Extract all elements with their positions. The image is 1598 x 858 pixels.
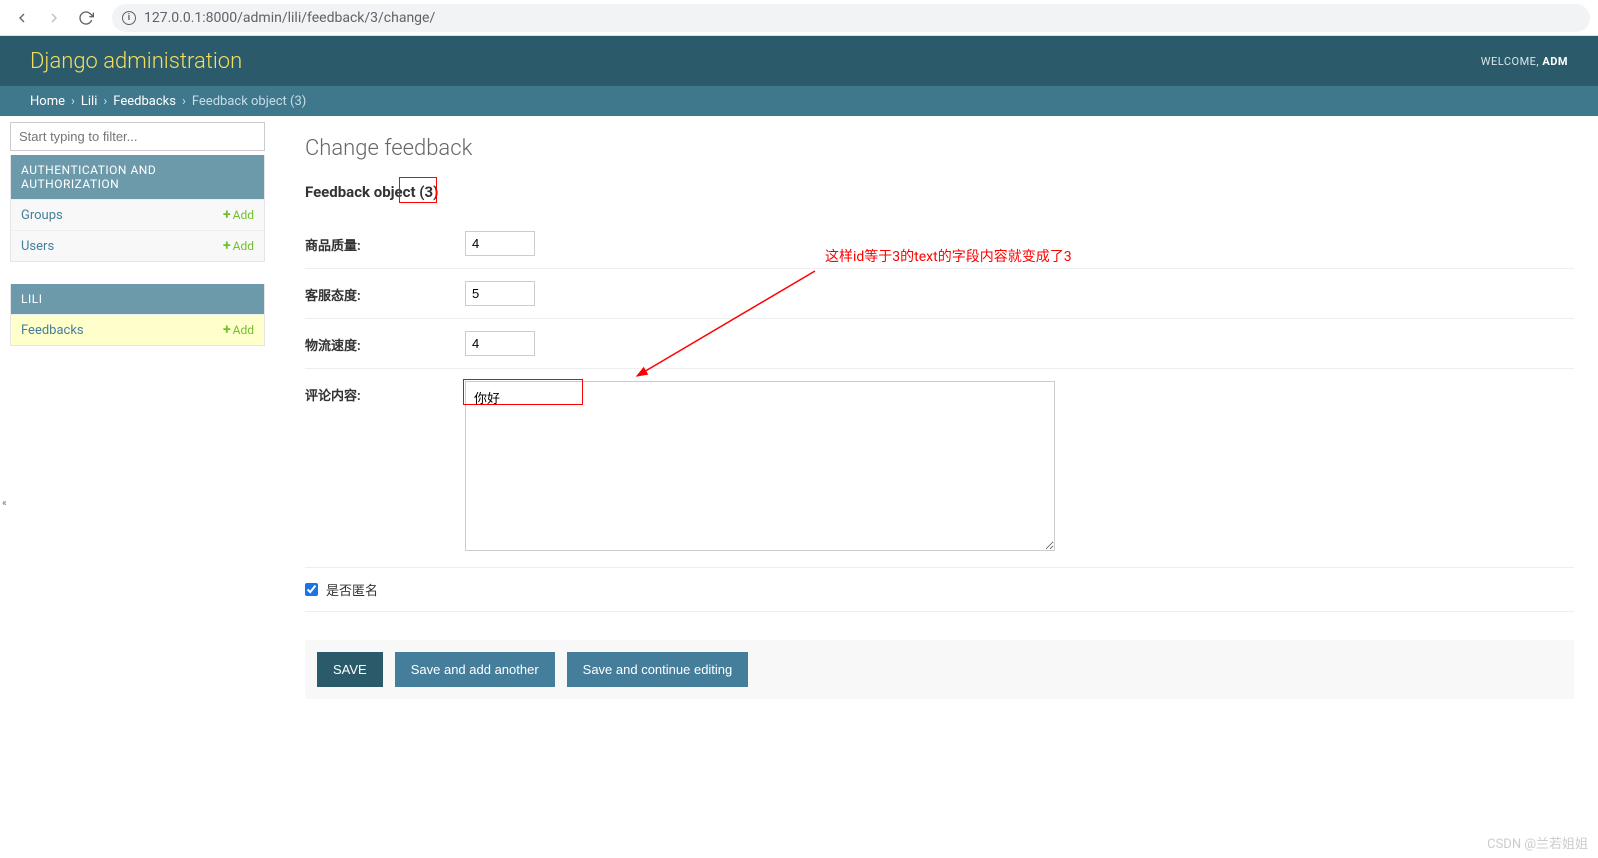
save-add-another-button[interactable]: Save and add another [395, 652, 555, 687]
reload-button[interactable] [78, 10, 94, 26]
url-text: 127.0.0.1:8000/admin/lili/feedback/3/cha… [144, 10, 435, 26]
crumb-sep: › [103, 94, 107, 109]
sidebar-filter-input[interactable] [10, 122, 265, 151]
app-lili: LILI Feedbacks +Add [10, 284, 265, 346]
user-tools: WELCOME, ADM [1481, 55, 1568, 68]
watermark: CSDN @兰若姐姐 [1487, 833, 1588, 852]
crumb-app[interactable]: Lili [81, 94, 98, 109]
field-row-anon: 是否匿名 [305, 568, 1574, 612]
field-row-speed: 物流速度: [305, 319, 1574, 369]
plus-icon: + [223, 238, 231, 254]
field-row-service: 客服态度: [305, 269, 1574, 319]
crumb-sep: › [182, 94, 186, 109]
field-row-text: 评论内容: [305, 369, 1574, 568]
model-link-feedbacks[interactable]: Feedbacks [21, 323, 84, 338]
field-row-quality: 商品质量: [305, 219, 1574, 269]
breadcrumb: Home › Lili › Feedbacks › Feedback objec… [0, 86, 1598, 116]
model-row-feedbacks: Feedbacks +Add [11, 314, 264, 345]
crumb-sep: › [71, 94, 75, 109]
forward-button[interactable] [46, 10, 62, 26]
back-button[interactable] [14, 10, 30, 26]
django-header: Django administration WELCOME, ADM [0, 36, 1598, 86]
save-button[interactable]: SAVE [317, 652, 383, 687]
add-link-groups[interactable]: +Add [223, 207, 254, 223]
crumb-home[interactable]: Home [30, 94, 65, 109]
url-bar[interactable]: i 127.0.0.1:8000/admin/lili/feedback/3/c… [112, 4, 1590, 32]
label-quality: 商品质量: [305, 231, 465, 254]
label-speed: 物流速度: [305, 331, 465, 354]
submit-row: SAVE Save and add another Save and conti… [305, 640, 1574, 699]
plus-icon: + [223, 322, 231, 338]
model-link-users[interactable]: Users [21, 239, 54, 254]
save-continue-button[interactable]: Save and continue editing [567, 652, 749, 687]
add-link-users[interactable]: +Add [223, 238, 254, 254]
model-row-users: Users +Add [11, 230, 264, 261]
brand-title[interactable]: Django administration [30, 49, 242, 74]
input-quality[interactable] [465, 231, 535, 256]
plus-icon: + [223, 207, 231, 223]
app-caption-lili[interactable]: LILI [11, 284, 264, 314]
object-title: Feedback object (3) [305, 183, 438, 201]
checkbox-anon[interactable] [305, 583, 318, 596]
label-service: 客服态度: [305, 281, 465, 304]
browser-toolbar: i 127.0.0.1:8000/admin/lili/feedback/3/c… [0, 0, 1598, 36]
input-speed[interactable] [465, 331, 535, 356]
app-auth: AUTHENTICATION AND AUTHORIZATION Groups … [10, 155, 265, 262]
crumb-object: Feedback object (3) [192, 94, 306, 109]
content-main: Change feedback Feedback object (3) 这样id… [265, 116, 1598, 739]
model-row-groups: Groups +Add [11, 199, 264, 230]
app-caption-auth[interactable]: AUTHENTICATION AND AUTHORIZATION [11, 155, 264, 199]
label-anon[interactable]: 是否匿名 [326, 580, 378, 599]
add-link-feedbacks[interactable]: +Add [223, 322, 254, 338]
input-service[interactable] [465, 281, 535, 306]
model-link-groups[interactable]: Groups [21, 208, 63, 223]
crumb-model[interactable]: Feedbacks [113, 94, 176, 109]
label-text: 评论内容: [305, 381, 465, 404]
sidebar-collapse-handle[interactable]: « [2, 498, 7, 509]
textarea-text[interactable] [465, 381, 1055, 551]
page-title: Change feedback [305, 136, 1574, 161]
sidebar: « AUTHENTICATION AND AUTHORIZATION Group… [0, 116, 265, 739]
site-info-icon: i [122, 11, 136, 25]
